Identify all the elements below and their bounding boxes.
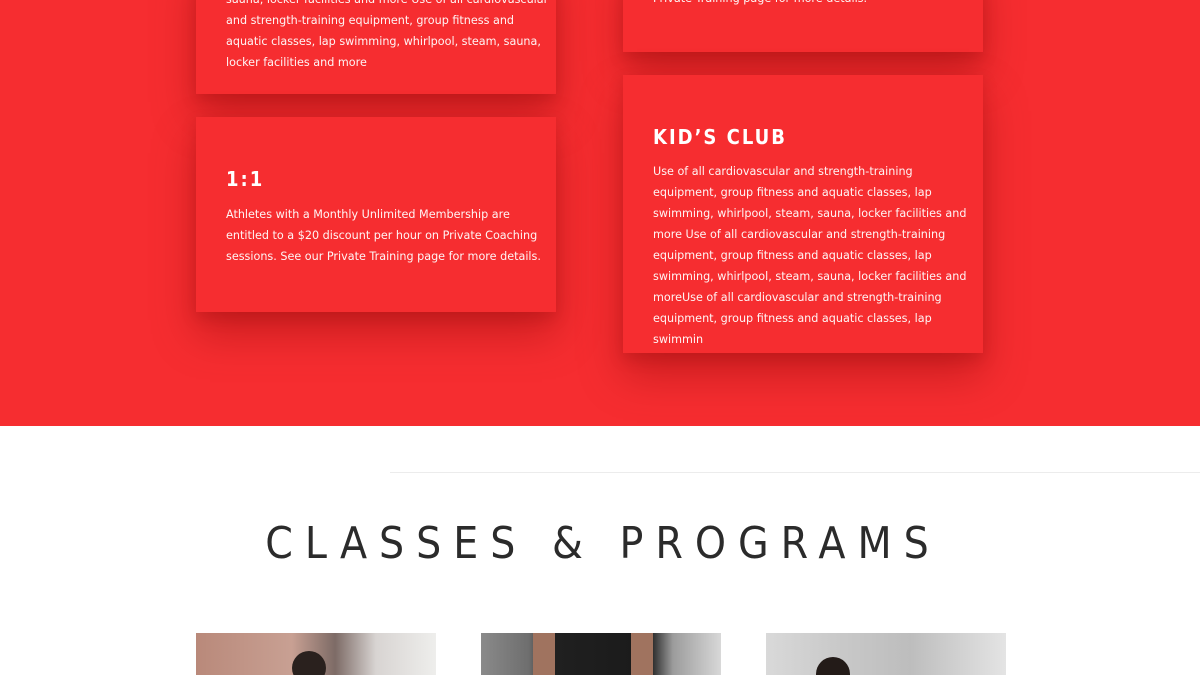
card-description: Use of all cardiovascular and strength-t… [653,165,967,346]
program-card-image-3[interactable] [766,633,1006,675]
person-photo-icon [292,651,326,675]
person-photo-icon [631,633,653,675]
person-photo-icon [533,633,555,675]
section-divider [390,472,1200,473]
person-photo-icon [816,657,850,675]
card-title: KID’S CLUB [653,125,787,149]
membership-card-one-on-one: 1:1 Athletes with a Monthly Unlimited Me… [196,117,556,312]
membership-card-top-right: Private Training page for more details. [623,0,983,52]
program-card-image-1[interactable] [196,633,436,675]
program-card-image-2[interactable] [481,633,721,675]
membership-section: sauna, locker facilities and more Use of… [0,0,1200,426]
classes-programs-heading: CLASSES & PROGRAMS [265,518,941,569]
card-description: sauna, locker facilities and more Use of… [226,0,548,69]
card-description: Private Training page for more details. [653,0,983,9]
card-title: 1:1 [226,167,265,191]
membership-card-kids-club: KID’S CLUB Use of all cardiovascular and… [623,75,983,353]
card-description: Athletes with a Monthly Unlimited Member… [226,208,541,263]
membership-card-top-left: sauna, locker facilities and more Use of… [196,0,556,94]
